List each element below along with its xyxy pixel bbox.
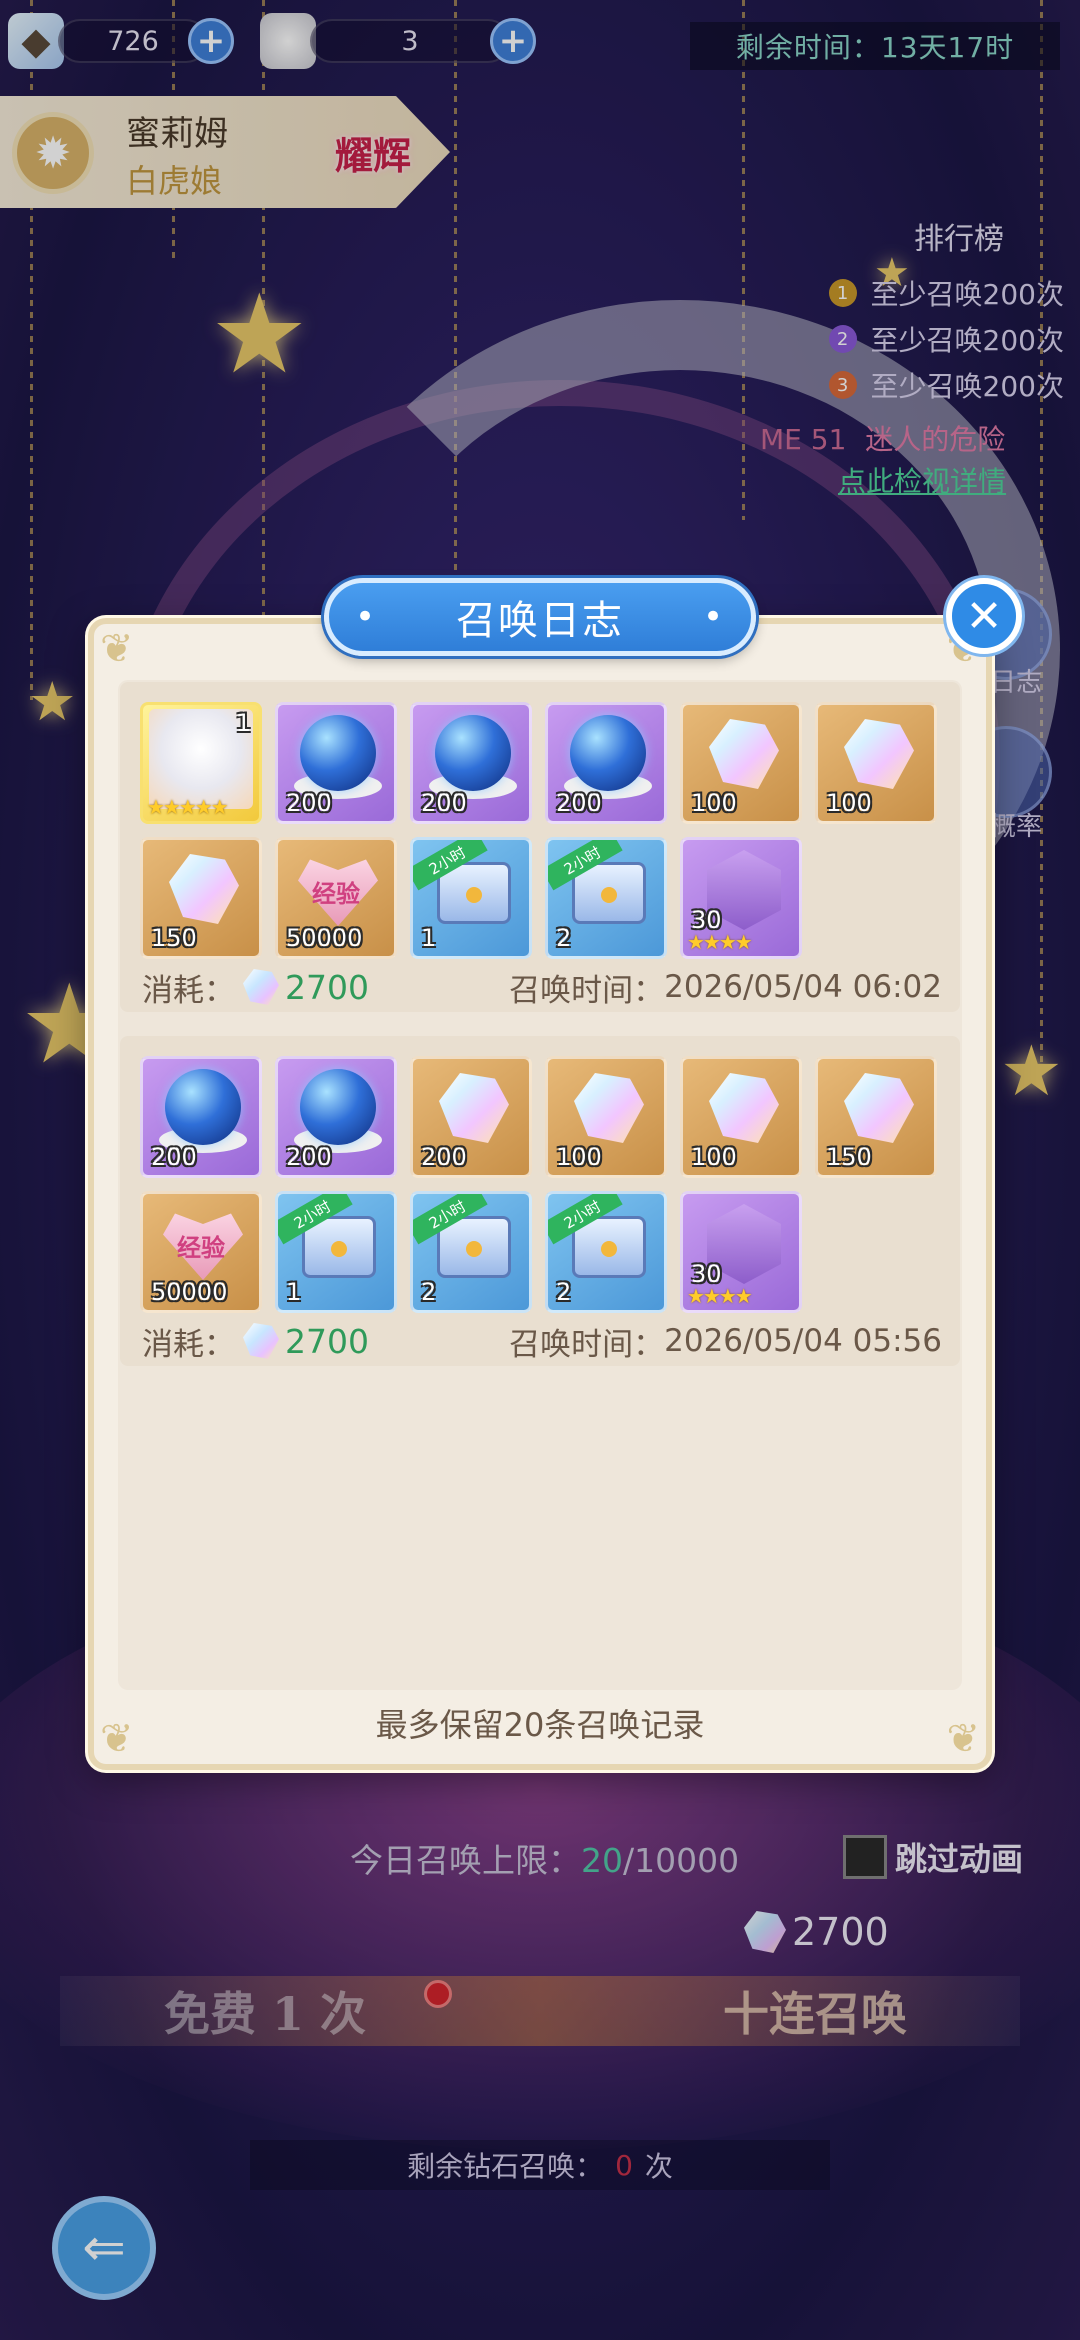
reward-count: 1 bbox=[235, 709, 251, 737]
reward-chest[interactable]: 2小时 2 bbox=[545, 1191, 667, 1313]
crystal-ball-icon bbox=[570, 715, 646, 791]
reward-sphere[interactable]: 200 bbox=[275, 1056, 397, 1178]
reward-count: 200 bbox=[556, 789, 602, 817]
reward-chest[interactable]: 2小时 2 bbox=[410, 1191, 532, 1313]
time-label: 召唤时间： bbox=[509, 972, 665, 1009]
record-footer: 消耗： 2700 召唤时间： 2026/05/04 06:02 bbox=[142, 962, 942, 1012]
reward-count: 200 bbox=[286, 789, 332, 817]
cost-label: 消耗： bbox=[142, 1326, 235, 1363]
cost-value: 2700 bbox=[285, 967, 369, 1007]
reward-count: 150 bbox=[826, 1143, 872, 1171]
reward-crystal[interactable]: 100 bbox=[680, 702, 802, 824]
crystal-ball-icon bbox=[165, 1069, 241, 1145]
reward-crystal[interactable]: 200 bbox=[410, 1056, 532, 1178]
reward-count: 200 bbox=[286, 1143, 332, 1171]
crystal-ball-icon bbox=[300, 715, 376, 791]
reward-shard[interactable]: 30 ★★★★ bbox=[680, 837, 802, 959]
cost-label: 消耗： bbox=[142, 972, 235, 1009]
reward-count: 50000 bbox=[151, 1278, 228, 1306]
exp-label: 经验 bbox=[312, 880, 360, 908]
star-rating-icon: ★★★★ bbox=[687, 1284, 753, 1308]
reward-count: 1 bbox=[421, 924, 437, 952]
reward-sphere[interactable]: 200 bbox=[545, 702, 667, 824]
diamond-icon bbox=[709, 719, 779, 789]
reward-count: 2 bbox=[556, 1278, 572, 1306]
star-rating-icon: ★★★★★ bbox=[147, 795, 229, 819]
diamond-icon bbox=[243, 969, 279, 1005]
time-value: 2026/05/04 06:02 bbox=[664, 969, 942, 1005]
close-icon[interactable]: ✕ bbox=[946, 578, 1022, 654]
reward-sphere[interactable]: 200 bbox=[140, 1056, 262, 1178]
time-label: 召唤时间： bbox=[509, 1326, 665, 1363]
diamond-icon bbox=[709, 1073, 779, 1143]
reward-count: 50000 bbox=[286, 924, 363, 952]
reward-count: 200 bbox=[421, 1143, 467, 1171]
dialog-title: 召唤日志 bbox=[324, 578, 756, 656]
reward-crystal[interactable]: 100 bbox=[680, 1056, 802, 1178]
reward-sphere[interactable]: 200 bbox=[275, 702, 397, 824]
reward-exp[interactable]: 经验 50000 bbox=[275, 837, 397, 959]
reward-count: 100 bbox=[691, 1143, 737, 1171]
reward-count: 100 bbox=[691, 789, 737, 817]
reward-count: 150 bbox=[151, 924, 197, 952]
record-cost: 消耗： 2700 bbox=[142, 965, 369, 1010]
reward-count: 2 bbox=[421, 1278, 437, 1306]
record-limit-note: 最多保留20条召唤记录 bbox=[375, 1706, 705, 1744]
reward-crystal[interactable]: 100 bbox=[815, 702, 937, 824]
reward-count: 1 bbox=[286, 1278, 302, 1306]
reward-sphere[interactable]: 200 bbox=[410, 702, 532, 824]
diamond-icon bbox=[243, 1323, 279, 1359]
star-rating-icon: ★★★★ bbox=[687, 930, 753, 954]
corner-ornament-icon: ❦ bbox=[100, 626, 134, 672]
reward-chest[interactable]: 2小时 2 bbox=[545, 837, 667, 959]
crystal-ball-icon bbox=[435, 715, 511, 791]
diamond-icon bbox=[169, 854, 239, 924]
exp-label: 经验 bbox=[177, 1234, 225, 1262]
reward-count: 200 bbox=[421, 789, 467, 817]
diamond-icon bbox=[574, 1073, 644, 1143]
reward-crystal[interactable]: 150 bbox=[140, 837, 262, 959]
diamond-icon bbox=[844, 719, 914, 789]
reward-crystal[interactable]: 150 bbox=[815, 1056, 937, 1178]
reward-exp[interactable]: 经验 50000 bbox=[140, 1191, 262, 1313]
cost-value: 2700 bbox=[285, 1321, 369, 1361]
reward-count: 100 bbox=[826, 789, 872, 817]
record-footer: 消耗： 2700 召唤时间： 2026/05/04 05:56 bbox=[142, 1316, 942, 1366]
record-cost: 消耗： 2700 bbox=[142, 1319, 369, 1364]
diamond-icon bbox=[844, 1073, 914, 1143]
reward-chest[interactable]: 2小时 1 bbox=[410, 837, 532, 959]
record-time: 召唤时间： 2026/05/04 06:02 bbox=[509, 965, 942, 1010]
reward-character[interactable]: 1 ★★★★★ bbox=[140, 702, 262, 824]
reward-count: 200 bbox=[151, 1143, 197, 1171]
diamond-icon bbox=[439, 1073, 509, 1143]
reward-crystal[interactable]: 100 bbox=[545, 1056, 667, 1178]
record-time: 召唤时间： 2026/05/04 05:56 bbox=[509, 1319, 942, 1364]
crystal-ball-icon bbox=[300, 1069, 376, 1145]
time-value: 2026/05/04 05:56 bbox=[664, 1323, 942, 1359]
reward-shard[interactable]: 30 ★★★★ bbox=[680, 1191, 802, 1313]
reward-count: 2 bbox=[556, 924, 572, 952]
reward-chest[interactable]: 2小时 1 bbox=[275, 1191, 397, 1313]
reward-count: 100 bbox=[556, 1143, 602, 1171]
